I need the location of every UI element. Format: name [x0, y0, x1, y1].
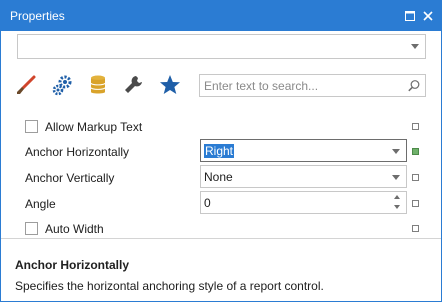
dropdown-value: None [204, 170, 233, 184]
object-selector-combo[interactable] [17, 34, 426, 59]
allow-markup-text-checkbox[interactable] [25, 120, 38, 133]
property-label: Allow Markup Text [45, 120, 143, 134]
angle-spin-editor[interactable]: 0 [200, 191, 407, 214]
gears-icon[interactable] [50, 73, 74, 97]
spin-value: 0 [204, 196, 211, 210]
window-title: Properties [10, 9, 65, 23]
auto-width-checkbox[interactable] [25, 222, 38, 235]
chevron-down-icon[interactable] [411, 44, 419, 49]
property-row-anchor-vertically[interactable]: Anchor Vertically None [17, 165, 426, 190]
property-marker[interactable] [412, 123, 419, 130]
search-placeholder: Enter text to search... [204, 79, 319, 93]
brush-icon[interactable] [14, 73, 38, 97]
property-marker[interactable] [412, 200, 419, 207]
close-icon[interactable] [420, 8, 436, 24]
property-marker[interactable] [412, 225, 419, 232]
property-label: Auto Width [45, 222, 104, 236]
chevron-down-icon[interactable] [392, 149, 400, 154]
description-panel: Anchor Horizontally Specifies the horizo… [1, 246, 441, 301]
title-bar[interactable]: Properties [1, 1, 441, 31]
search-input[interactable]: Enter text to search... [199, 74, 426, 97]
property-row-allow-markup-text[interactable]: Allow Markup Text [17, 114, 426, 139]
wrench-icon[interactable] [122, 73, 146, 97]
description-title: Anchor Horizontally [15, 258, 130, 272]
property-label: Angle [25, 197, 56, 211]
chevron-down-icon[interactable] [392, 175, 400, 180]
description-splitter[interactable] [1, 238, 441, 252]
property-row-angle[interactable]: Angle 0 [17, 191, 426, 216]
spin-down-icon[interactable] [394, 205, 400, 209]
spin-up-icon[interactable] [394, 195, 400, 199]
description-text: Specifies the horizontal anchoring style… [15, 279, 324, 293]
property-marker-modified[interactable] [412, 148, 419, 155]
restore-icon[interactable] [402, 8, 418, 24]
property-row-anchor-horizontally[interactable]: Anchor Horizontally Right [17, 139, 426, 164]
database-icon[interactable] [86, 73, 110, 97]
anchor-vertically-dropdown[interactable]: None [200, 165, 407, 188]
property-label: Anchor Horizontally [25, 145, 130, 159]
star-icon[interactable] [158, 73, 182, 97]
anchor-horizontally-dropdown[interactable]: Right [200, 139, 407, 162]
dropdown-value: Right [204, 144, 235, 158]
splitter-grip-icon[interactable] [209, 241, 229, 252]
property-marker[interactable] [412, 174, 419, 181]
search-icon[interactable] [407, 79, 421, 93]
property-label: Anchor Vertically [25, 171, 115, 185]
properties-window: Properties Enter text to search... Allow… [0, 0, 442, 302]
